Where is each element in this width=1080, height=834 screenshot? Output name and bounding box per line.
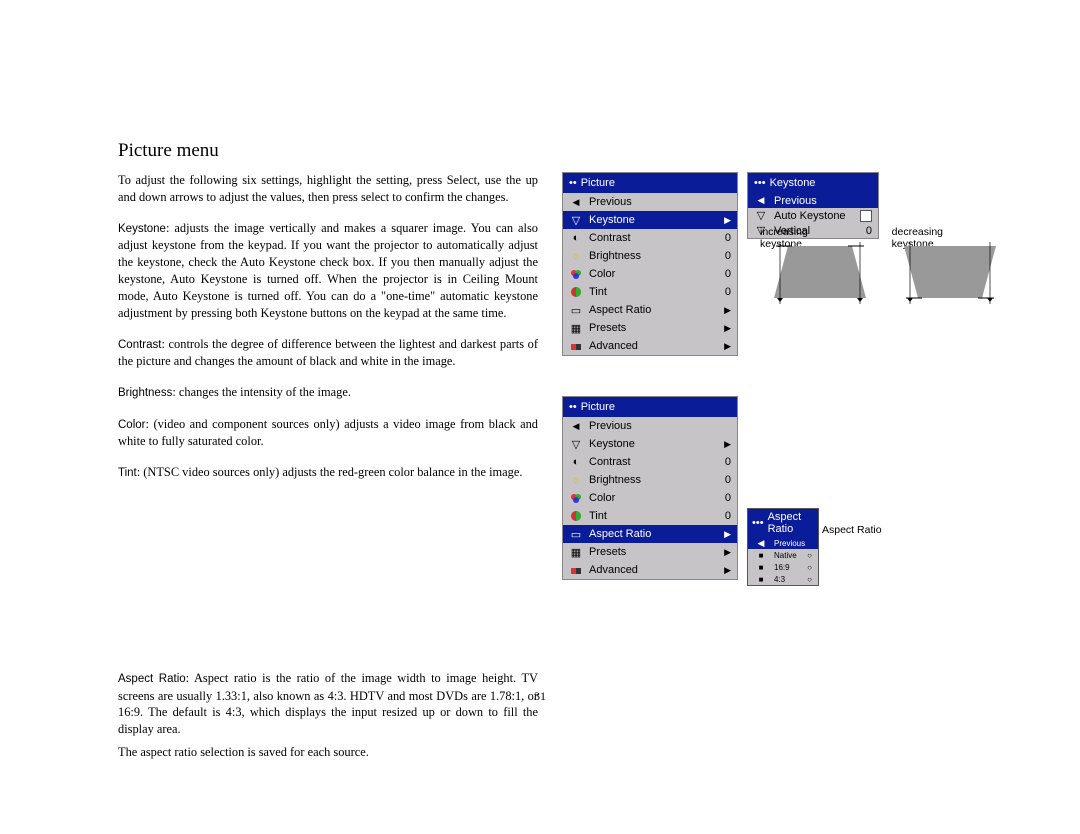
body-text-column: To adjust the following six settings, hi… bbox=[118, 172, 538, 580]
page-number: 31 bbox=[534, 689, 546, 704]
keystone-diagrams bbox=[770, 240, 1000, 310]
osd-picture-menu-1: ••Picture ◀Previous ▽Keystone▶ ◐Contrast… bbox=[562, 172, 738, 356]
aspect-ratio-text: Aspect Ratio: Aspect ratio is the ratio … bbox=[118, 670, 538, 761]
menu-item-keystone: ▽Keystone▶ bbox=[563, 211, 737, 229]
page-heading: Picture menu bbox=[118, 140, 966, 162]
osd-aspect-ratio-submenu: •••Aspect Ratio ◀Previous ■Native○ ■16:9… bbox=[747, 508, 819, 586]
menu-item-previous: ◀Previous bbox=[563, 193, 737, 211]
menu-item-tint: Tint0 bbox=[563, 283, 737, 301]
keystone-paragraph: Keystone: adjusts the image vertically a… bbox=[118, 220, 538, 322]
color-paragraph: Color: (video and component sources only… bbox=[118, 416, 538, 450]
menu-item-aspect-ratio: ▭Aspect Ratio▶ bbox=[563, 301, 737, 319]
contrast-paragraph: Contrast: controls the degree of differe… bbox=[118, 336, 538, 370]
menu-item-contrast: ◐Contrast0 bbox=[563, 229, 737, 247]
osd-menu-header: ••Picture bbox=[563, 173, 737, 193]
tint-paragraph: Tint: (NTSC video sources only) adjusts … bbox=[118, 464, 538, 482]
aspect-ratio-caption: Aspect Ratio bbox=[822, 524, 882, 536]
menu-item-advanced: Advanced▶ bbox=[563, 337, 737, 355]
brightness-paragraph: Brightness: changes the intensity of the… bbox=[118, 384, 538, 402]
decreasing-keystone-icon bbox=[900, 240, 1000, 310]
intro-paragraph: To adjust the following six settings, hi… bbox=[118, 172, 538, 206]
figures-column: ••Picture ◀Previous ▽Keystone▶ ◐Contrast… bbox=[562, 172, 966, 580]
osd-picture-menu-2: ••Picture ◀Previous ▽Keystone▶ ◐Contrast… bbox=[562, 396, 738, 580]
menu-item-color: Color0 bbox=[563, 265, 737, 283]
increasing-keystone-icon bbox=[770, 240, 870, 310]
menu-item-brightness: ☼Brightness0 bbox=[563, 247, 737, 265]
menu-item-presets: ▦Presets▶ bbox=[563, 319, 737, 337]
document-page: Picture menu To adjust the following six… bbox=[0, 0, 1080, 834]
